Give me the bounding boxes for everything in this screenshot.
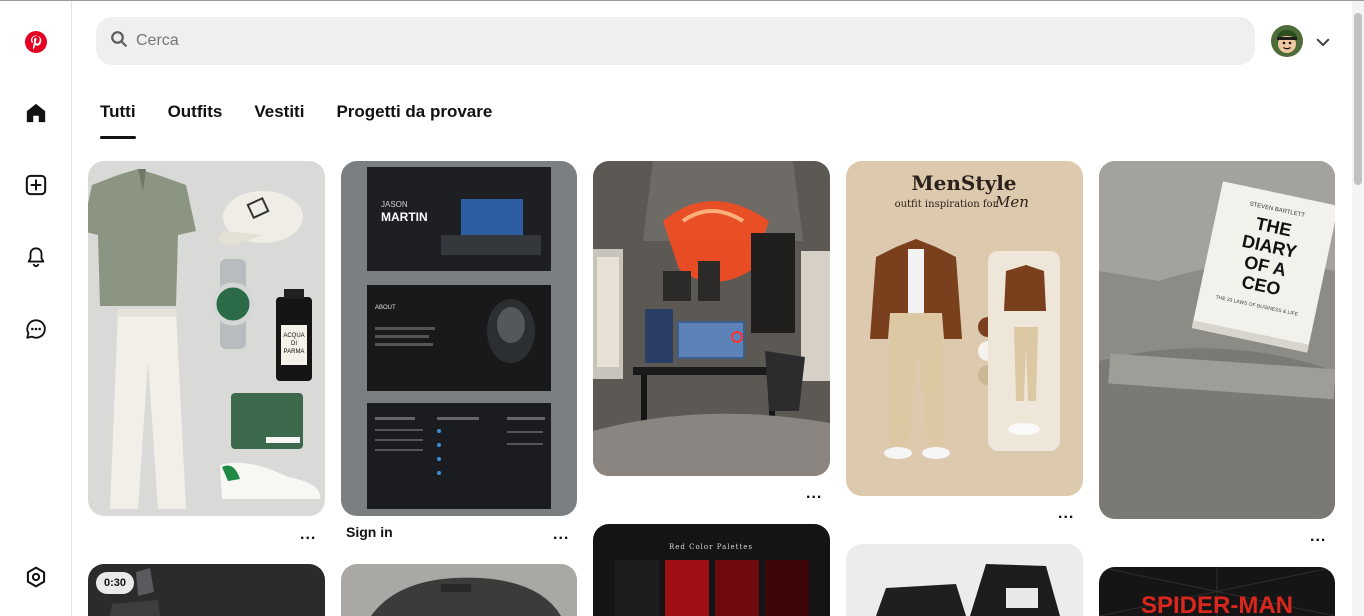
pin-red-color-palettes[interactable]: Red Color Palettes bbox=[593, 524, 830, 616]
pin-outfit-more-button[interactable]: ... bbox=[300, 527, 316, 543]
pin-book-more-button[interactable]: ... bbox=[1310, 529, 1326, 545]
tab-vestiti[interactable]: Vestiti bbox=[254, 102, 304, 130]
portfolio-last-name: MARTIN bbox=[381, 210, 428, 224]
window-top-border bbox=[0, 0, 1364, 1]
menstyle-title: MenStyle bbox=[911, 171, 1016, 195]
pinterest-logo-icon[interactable] bbox=[24, 30, 48, 54]
avatar[interactable] bbox=[1271, 25, 1303, 57]
menstyle-subtitle-script: Men bbox=[994, 193, 1029, 211]
page-scrollbar[interactable] bbox=[1352, 1, 1364, 616]
pin-portfolio-title[interactable]: Sign in bbox=[346, 524, 393, 540]
tab-progetti-da-provare[interactable]: Progetti da provare bbox=[336, 102, 492, 130]
pin-bag[interactable] bbox=[341, 564, 577, 616]
pin-portfolio-more-button[interactable]: ... bbox=[553, 527, 569, 543]
search-input[interactable] bbox=[136, 32, 1036, 50]
palette-title: Red Color Palettes bbox=[669, 543, 753, 551]
home-icon[interactable] bbox=[24, 101, 48, 125]
messages-icon[interactable] bbox=[24, 317, 48, 341]
portfolio-first-name: JASON bbox=[381, 200, 408, 209]
tab-tutti[interactable]: Tutti bbox=[100, 102, 136, 139]
scrollbar-thumb[interactable] bbox=[1354, 13, 1362, 185]
pin-menstyle[interactable]: MenStyle outfit inspiration for Men bbox=[846, 161, 1083, 496]
pin-desk-setup[interactable] bbox=[593, 161, 830, 476]
pin-video[interactable]: 0:30 bbox=[88, 564, 325, 616]
search-bar[interactable] bbox=[96, 17, 1255, 65]
portfolio-about-heading: ABOUT bbox=[375, 305, 396, 311]
pin-packaging[interactable] bbox=[846, 544, 1083, 616]
perfume-label-line1: ACQUA bbox=[283, 333, 304, 339]
menstyle-subtitle: outfit inspiration for bbox=[895, 199, 998, 210]
pin-desk-more-button[interactable]: ... bbox=[806, 486, 822, 502]
notifications-bell-icon[interactable] bbox=[24, 245, 48, 269]
settings-icon[interactable] bbox=[24, 565, 48, 589]
video-duration-badge: 0:30 bbox=[96, 572, 135, 594]
pin-spider-man[interactable]: SPIDER-MAN bbox=[1099, 567, 1335, 616]
pin-diary-of-a-ceo[interactable]: STEVEN BARTLETT THE DIARY OF A CEO THE 3… bbox=[1099, 161, 1335, 519]
board-tabs: Tutti Outfits Vestiti Progetti da provar… bbox=[100, 102, 492, 139]
search-icon bbox=[110, 30, 128, 53]
tab-outfits[interactable]: Outfits bbox=[168, 102, 223, 130]
account-menu-chevron-down-icon[interactable] bbox=[1314, 33, 1332, 51]
perfume-label-line2: DI bbox=[291, 341, 297, 347]
spider-man-title: SPIDER-MAN bbox=[1141, 592, 1293, 616]
pin-outfit-flatlay[interactable]: ACQUA DI PARMA bbox=[88, 161, 325, 516]
sidebar bbox=[0, 1, 72, 616]
create-icon[interactable] bbox=[24, 173, 48, 197]
pin-menstyle-more-button[interactable]: ... bbox=[1058, 506, 1074, 522]
pin-portfolio-template[interactable]: JASON MARTIN ABOUT bbox=[341, 161, 577, 516]
perfume-label-line3: PARMA bbox=[284, 349, 305, 355]
